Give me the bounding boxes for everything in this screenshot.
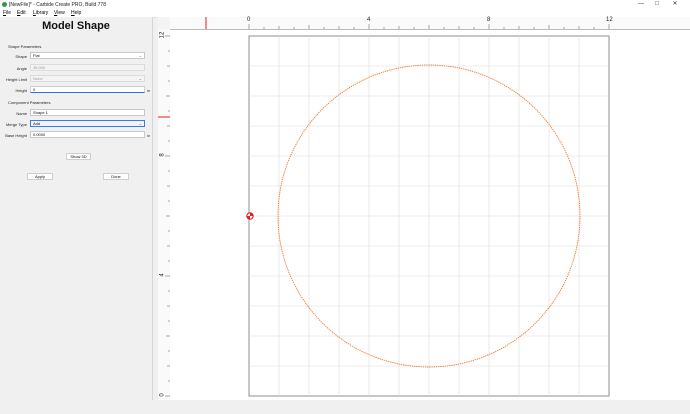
- panel-title: Model Shape: [42, 20, 110, 32]
- menu-view[interactable]: View: [54, 10, 65, 16]
- show-3d-button[interactable]: Show 3D: [66, 153, 91, 160]
- app-logo-icon: [2, 2, 7, 7]
- ruler-left-label: 0: [159, 393, 166, 397]
- base-height-unit: in: [147, 133, 151, 138]
- model-shape-panel: Model Shape Shape Parameters Shape Flat …: [0, 17, 153, 400]
- height-field[interactable]: 0: [30, 86, 145, 93]
- ruler-top: 0 4 8 12: [170, 17, 690, 30]
- height-unit: in: [147, 88, 151, 93]
- ruler-top-label: 0: [247, 17, 251, 23]
- done-button[interactable]: Done: [103, 173, 129, 180]
- ruler-left-label: 4: [159, 273, 166, 277]
- ruler-left-ticks: [158, 35, 170, 397]
- angle-field[interactable]: 45.000: [30, 64, 145, 71]
- component-parameters-label: Component Parameters: [8, 100, 51, 105]
- title-bar: [NewFile]* - Carbide Create PRO, Build 7…: [0, 0, 690, 9]
- ruler-left-label: 12: [159, 31, 166, 39]
- angle-label: Angle: [16, 66, 27, 71]
- chevron-down-icon: ⌄: [138, 53, 142, 58]
- shape-parameters-label: Shape Parameters: [8, 44, 42, 49]
- ruler-top-label: 12: [606, 17, 613, 23]
- menu-file[interactable]: File: [3, 10, 11, 16]
- ruler-top-label: 4: [367, 17, 371, 23]
- height-limit-dropdown[interactable]: None ⌄: [30, 75, 145, 82]
- base-height-field[interactable]: 0.0000: [30, 131, 145, 138]
- base-height-label: Base Height: [5, 133, 27, 138]
- merge-type-value: Add: [33, 121, 41, 126]
- height-label: Height: [15, 88, 27, 93]
- ruler-left-label: 8: [159, 153, 166, 157]
- window-title: [NewFile]* - Carbide Create PRO, Build 7…: [9, 1, 106, 8]
- shape-value: Flat: [33, 53, 40, 58]
- height-limit-label: Height Limit: [5, 77, 27, 82]
- merge-type-label: Merge Type: [5, 122, 27, 127]
- chevron-down-icon: ⌄: [138, 121, 142, 126]
- minimize-button[interactable]: —: [634, 0, 648, 9]
- shape-dropdown[interactable]: Flat ⌄: [30, 52, 145, 59]
- menu-edit[interactable]: Edit: [17, 10, 26, 16]
- menu-help[interactable]: Help: [71, 10, 81, 16]
- ruler-corner: [158, 17, 170, 29]
- maximize-button[interactable]: ☐: [650, 0, 664, 9]
- status-bar: [0, 400, 690, 414]
- height-limit-value: None: [33, 76, 43, 81]
- close-button[interactable]: ✕: [668, 0, 682, 9]
- shape-label: Shape: [15, 54, 27, 59]
- name-field[interactable]: Shape 1: [30, 109, 145, 116]
- ruler-top-label: 8: [487, 17, 491, 23]
- merge-type-dropdown[interactable]: Add ⌄: [30, 120, 145, 127]
- menu-library[interactable]: Library: [33, 10, 48, 16]
- origin-marker-icon: [246, 212, 254, 220]
- name-label: Name: [16, 111, 27, 116]
- apply-button[interactable]: Apply: [27, 173, 53, 180]
- chevron-down-icon: ⌄: [138, 76, 142, 81]
- design-canvas[interactable]: [170, 30, 690, 400]
- canvas-drawing: [246, 35, 610, 397]
